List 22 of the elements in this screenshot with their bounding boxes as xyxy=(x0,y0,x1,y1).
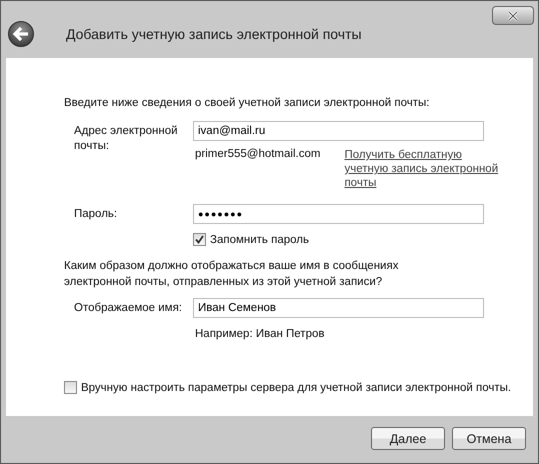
remember-label: Запомнить пароль xyxy=(210,234,309,246)
manual-settings-checkbox[interactable] xyxy=(64,381,77,394)
password-label: Пароль: xyxy=(73,207,118,222)
window-title: Добавить учетную запись электронной почты xyxy=(66,26,362,42)
email-field[interactable]: ivan@mail.ru xyxy=(193,121,484,141)
display-name-label: Отображаемое имя: xyxy=(73,301,183,316)
remember-checkbox[interactable] xyxy=(193,233,206,246)
close-button[interactable] xyxy=(492,6,534,25)
display-name-field[interactable]: Иван Семенов xyxy=(193,298,484,318)
email-example: primer555@hotmail.com xyxy=(194,148,320,162)
email-label: Адрес электронной почты: xyxy=(73,124,179,154)
password-field[interactable]: ●●●●●●● xyxy=(193,204,484,224)
free-account-link[interactable]: Получить бесплатную учетную запись электронной почты xyxy=(344,148,504,190)
cancel-button[interactable]: Отмена xyxy=(452,427,526,450)
intro-text: Введите ниже сведения о своей учетной записи электронной почты: xyxy=(64,97,430,109)
manual-settings-label: Вручную настроить параметры сервера для учетной записи электронной почты. xyxy=(81,382,512,394)
back-arrow-icon xyxy=(11,24,31,44)
back-button[interactable] xyxy=(8,21,34,47)
question-text: Каким образом должно отображаться ваше имя в сообщениях электронной почты, отправленных из этой учетной записи? xyxy=(64,259,400,290)
close-icon xyxy=(506,10,520,20)
display-name-example: Например: Иван Петров xyxy=(194,328,326,340)
next-button[interactable]: Далее xyxy=(371,427,445,450)
